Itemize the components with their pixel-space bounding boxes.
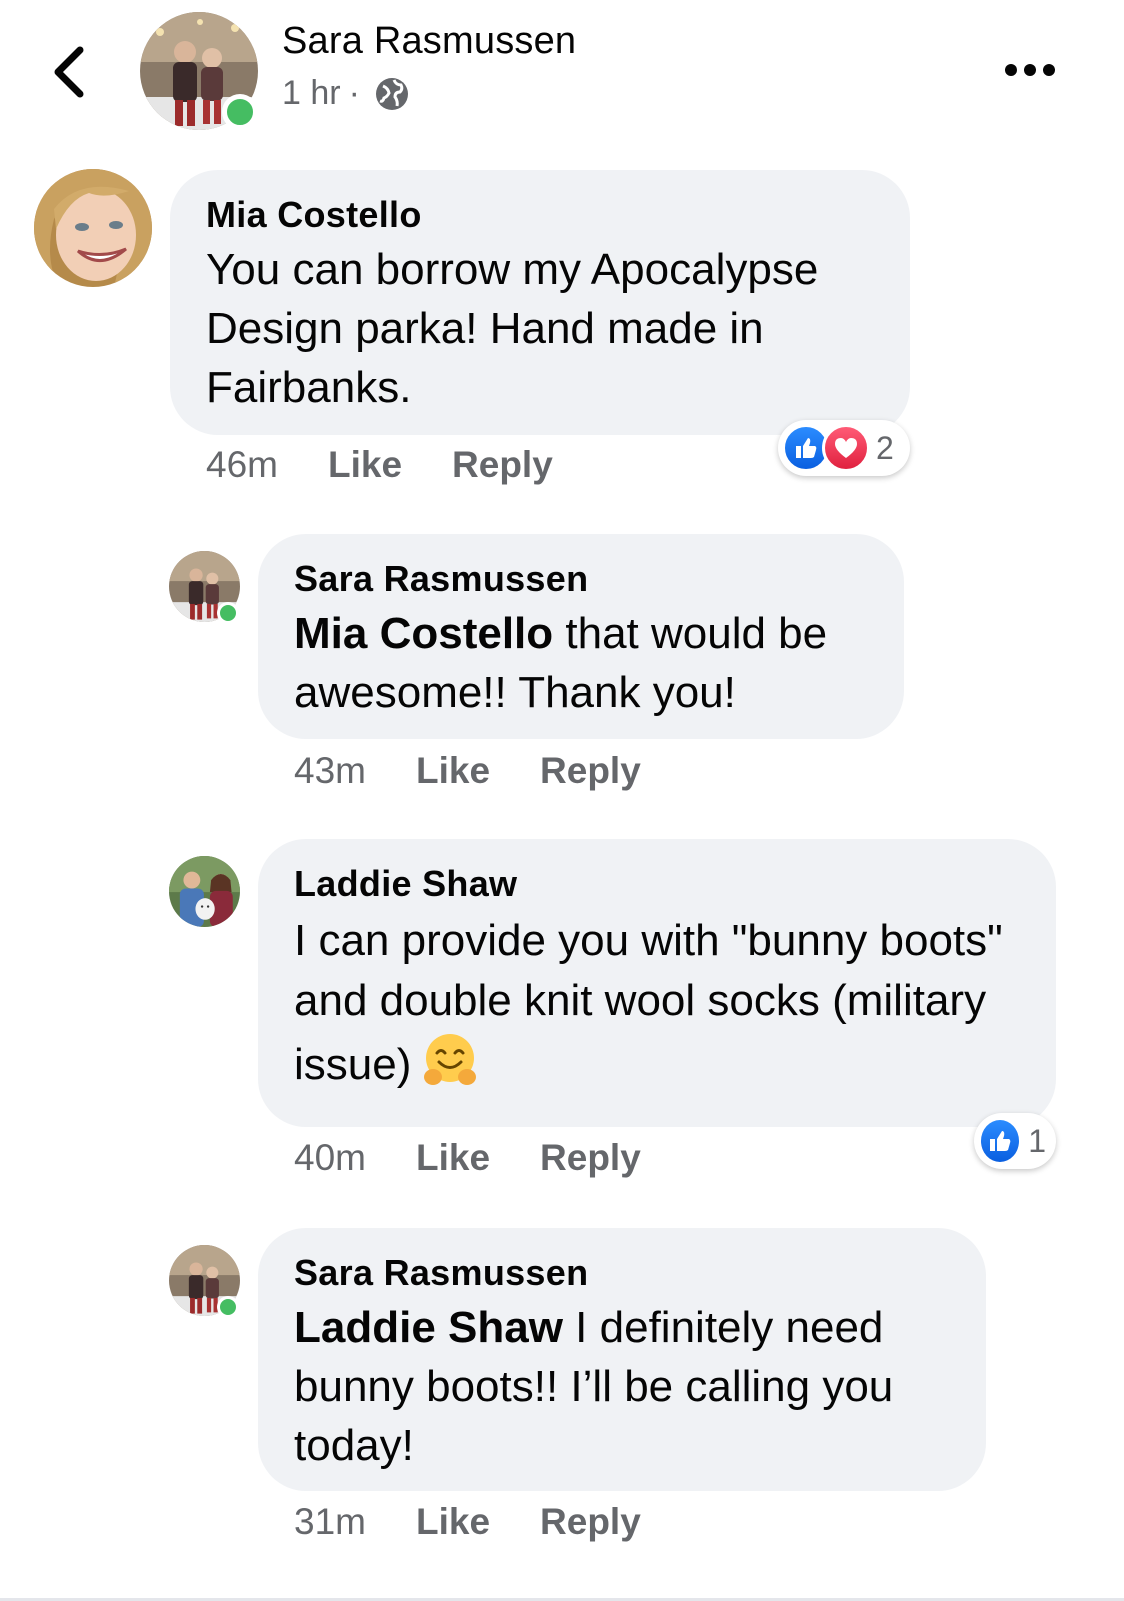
like-button[interactable]: Like [416,750,490,792]
comment-time[interactable]: 31m [294,1501,366,1543]
reaction-count: 1 [1028,1122,1046,1159]
post-time[interactable]: 1 hr [282,74,341,113]
like-reaction-icon [978,1117,1023,1165]
like-button[interactable]: Like [328,444,402,486]
reply-button[interactable]: Reply [452,444,553,486]
post-author-name[interactable]: Sara Rasmussen [282,20,576,63]
like-button[interactable]: Like [416,1137,490,1179]
post-meta: 1 hr · [282,74,410,113]
comment-bubble: Mia Costello You can borrow my Apocalyps… [170,170,910,435]
reply-button[interactable]: Reply [540,1137,641,1179]
comment-author[interactable]: Mia Costello [206,194,422,236]
comment-bubble: Laddie Shaw I can provide you with "bunn… [258,839,1056,1127]
comment-bubble: Sara Rasmussen Laddie Shaw I definitely … [258,1228,986,1491]
back-button[interactable] [46,42,96,102]
reply-button[interactable]: Reply [540,1501,641,1543]
comment-actions: 43m Like Reply [294,750,691,792]
comment-time[interactable]: 43m [294,750,366,792]
comment-actions: 46m Like Reply [206,444,603,486]
mention-tag[interactable]: Mia Costello [294,609,553,658]
comment-actions: 31m Like Reply [294,1501,691,1543]
more-dot-icon [1005,64,1017,76]
comment-text: I can provide you with "bunny boots" and… [294,911,1044,1095]
online-status-dot [217,602,239,624]
comment-bubble: Sara Rasmussen Mia Costello that would b… [258,534,904,739]
comment-time[interactable]: 40m [294,1137,366,1179]
commenter-avatar[interactable] [169,856,240,927]
commenter-avatar[interactable] [34,169,152,287]
reply-button[interactable]: Reply [540,750,641,792]
comment-time[interactable]: 46m [206,444,278,486]
comment-actions: 40m Like Reply [294,1137,691,1179]
more-options-button[interactable] [1000,56,1060,84]
comment-text-content: I can provide you with "bunny boots" and… [294,916,1003,1089]
reaction-summary[interactable]: 2 [778,420,910,476]
globe-icon [375,77,408,110]
reaction-summary[interactable]: 1 [974,1113,1056,1169]
comment-author[interactable]: Laddie Shaw [294,863,517,905]
chevron-left-icon [54,46,84,98]
online-status-dot [222,94,258,130]
more-dot-icon [1043,64,1055,76]
comment-text: You can borrow my Apocalypse Design park… [206,245,819,412]
meta-separator: · [348,74,360,112]
online-status-dot [217,1296,239,1318]
comment-author[interactable]: Sara Rasmussen [294,1252,588,1294]
like-button[interactable]: Like [416,1501,490,1543]
love-reaction-icon [822,424,870,472]
mention-tag[interactable]: Laddie Shaw [294,1303,563,1352]
comment-text: Laddie Shaw I definitely need bunny boot… [294,1298,974,1475]
hugging-face-emoji-icon [424,1034,477,1085]
more-dot-icon [1024,64,1036,76]
comment-author[interactable]: Sara Rasmussen [294,558,588,600]
reaction-count: 2 [876,429,894,466]
comment-text: Mia Costello that would be awesome!! Tha… [294,604,894,722]
